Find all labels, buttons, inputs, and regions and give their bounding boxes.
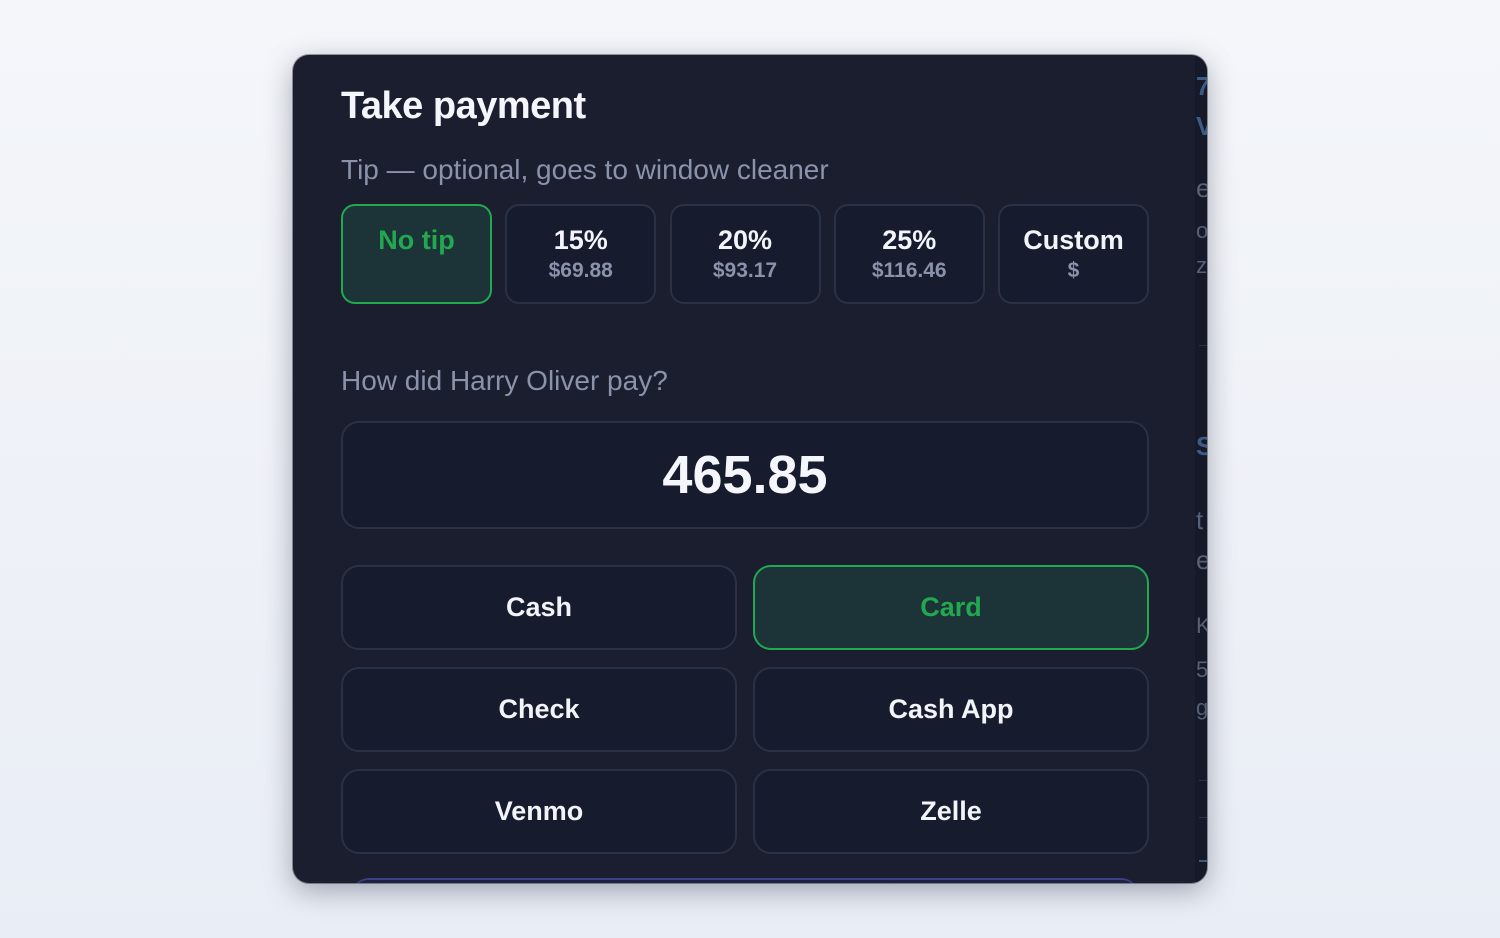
primary-action-button-edge[interactable] [351, 878, 1139, 883]
tip-label: Tip — optional, goes to window cleaner [341, 154, 829, 185]
method-card-button[interactable]: Card [753, 565, 1149, 650]
method-check-button[interactable]: Check [341, 667, 737, 752]
tip-option-label: No tip [378, 225, 455, 255]
amount-input[interactable] [343, 443, 1147, 507]
method-zelle-button[interactable]: Zelle [753, 769, 1149, 854]
tip-option-20[interactable]: 20% $93.17 [669, 204, 821, 304]
tip-option-15[interactable]: 15% $69.88 [505, 204, 657, 304]
background-page-edge: 7 V e o z S t e K 5 g [1195, 55, 1207, 883]
amount-field[interactable] [341, 421, 1149, 529]
tip-option-none[interactable]: No tip [341, 204, 492, 304]
tip-option-amount: $93.17 [712, 259, 778, 282]
modal-title: Take payment [341, 85, 586, 127]
tip-option-custom[interactable]: Custom $ [998, 204, 1149, 304]
take-payment-modal: 7 V e o z S t e K 5 g Take payment Tip —… [293, 55, 1207, 883]
method-venmo-button[interactable]: Venmo [341, 769, 737, 854]
tip-options: No tip 15% $69.88 20% $93.17 25% $116.46… [341, 204, 1149, 304]
tip-option-25[interactable]: 25% $116.46 [833, 204, 985, 304]
tip-option-label: 15% [553, 225, 608, 255]
tip-option-amount: $ [1067, 259, 1080, 282]
payment-question: How did Harry Oliver pay? [341, 365, 668, 396]
tip-option-label: 20% [717, 225, 773, 255]
tip-option-label: Custom [1023, 225, 1124, 255]
method-cash-button[interactable]: Cash [341, 565, 737, 650]
payment-methods: Cash Card Check Cash App Venmo Zelle [341, 565, 1149, 854]
method-cash-app-button[interactable]: Cash App [753, 667, 1149, 752]
tip-option-amount: $69.88 [548, 259, 613, 282]
tip-option-label: 25% [882, 225, 937, 255]
tip-option-amount: $116.46 [871, 259, 947, 282]
